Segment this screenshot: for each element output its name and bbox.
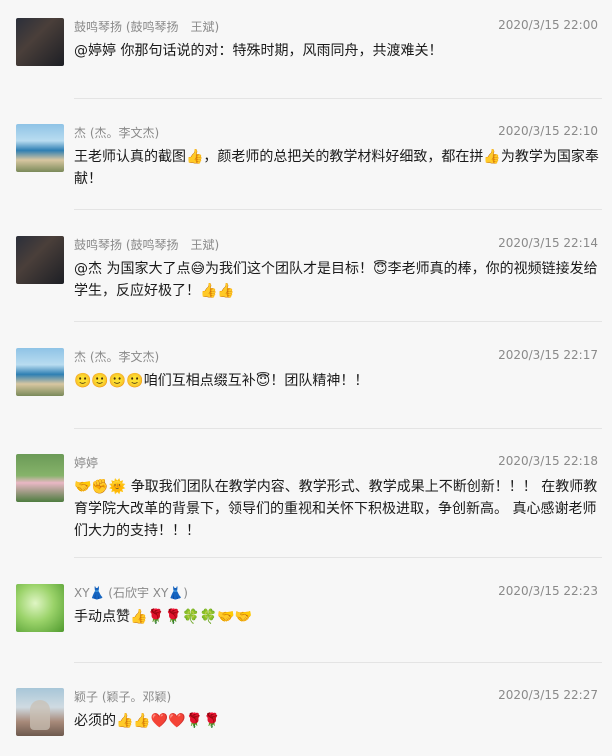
message-text: 王老师认真的截图👍，颜老师的总把关的教学材料好细致，都在拼👍为教学为国家奉献！ (74, 149, 599, 187)
sender-name: 鼓鸣琴扬 (鼓鸣琴扬 王斌) (74, 20, 220, 34)
divider (74, 557, 602, 558)
message-time: 2020/3/15 22:23 (498, 584, 598, 598)
message-text: @婷婷 你那句话说的对：特殊时期，风雨同舟，共渡难关！ (74, 43, 443, 59)
avatar[interactable] (16, 124, 64, 172)
message-text: 🤝✊🌞 争取我们团队在教学内容、教学形式、教学成果上不断创新！！！ 在教师教育学… (74, 479, 598, 539)
message-text: 必须的👍👍❤️❤️🌹🌹 (74, 713, 221, 729)
message-time: 2020/3/15 22:14 (498, 236, 598, 250)
message-text: 手动点赞👍🌹🌹🍀🍀🤝🤝 (74, 609, 253, 625)
message-time: 2020/3/15 22:00 (498, 18, 598, 32)
avatar[interactable] (16, 454, 64, 502)
message-text: 🙂🙂🙂🙂咱们互相点缀互补😇！团队精神！！ (74, 373, 369, 389)
divider (74, 98, 602, 99)
message-text: @杰 为国家大了点😅为我们这个团队才是目标！😇李老师真的棒，你的视频链接发给学生… (74, 261, 598, 299)
avatar[interactable] (16, 688, 64, 736)
avatar[interactable] (16, 348, 64, 396)
sender-name: 婷婷 (74, 456, 99, 470)
avatar-figure (30, 700, 50, 730)
message-time: 2020/3/15 22:27 (498, 688, 598, 702)
divider (74, 662, 602, 663)
avatar[interactable] (16, 236, 64, 284)
divider (74, 321, 602, 322)
sender-name: XY👗 (石欣宇 XY👗) (74, 586, 188, 600)
sender-name: 颖子 (颖子。邓颖) (74, 690, 172, 704)
divider (74, 209, 602, 210)
sender-name: 鼓鸣琴扬 (鼓鸣琴扬 王斌) (74, 238, 220, 252)
divider (74, 428, 602, 429)
message-time: 2020/3/15 22:10 (498, 124, 598, 138)
message-time: 2020/3/15 22:17 (498, 348, 598, 362)
sender-name: 杰 (杰。李文杰) (74, 350, 160, 364)
avatar[interactable] (16, 18, 64, 66)
sender-name: 杰 (杰。李文杰) (74, 126, 160, 140)
avatar[interactable] (16, 584, 64, 632)
message-time: 2020/3/15 22:18 (498, 454, 598, 468)
